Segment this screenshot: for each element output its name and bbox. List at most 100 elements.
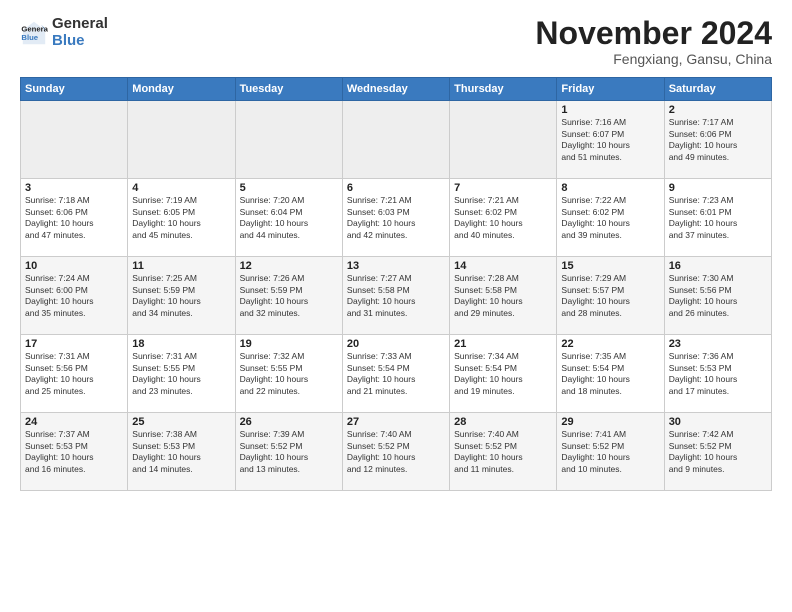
day-number: 9	[669, 182, 767, 194]
day-info: Sunrise: 7:21 AM Sunset: 6:02 PM Dayligh…	[454, 195, 552, 241]
calendar-cell: 15Sunrise: 7:29 AM Sunset: 5:57 PM Dayli…	[557, 257, 664, 335]
day-info: Sunrise: 7:40 AM Sunset: 5:52 PM Dayligh…	[454, 429, 552, 475]
day-number: 24	[25, 416, 123, 428]
header-day-tuesday: Tuesday	[235, 78, 342, 101]
day-number: 16	[669, 260, 767, 272]
day-number: 21	[454, 338, 552, 350]
calendar-cell: 14Sunrise: 7:28 AM Sunset: 5:58 PM Dayli…	[450, 257, 557, 335]
day-info: Sunrise: 7:30 AM Sunset: 5:56 PM Dayligh…	[669, 273, 767, 319]
header-day-friday: Friday	[557, 78, 664, 101]
logo-line1: General	[52, 16, 108, 33]
day-number: 4	[132, 182, 230, 194]
calendar-cell: 27Sunrise: 7:40 AM Sunset: 5:52 PM Dayli…	[342, 413, 449, 491]
day-info: Sunrise: 7:22 AM Sunset: 6:02 PM Dayligh…	[561, 195, 659, 241]
day-info: Sunrise: 7:28 AM Sunset: 5:58 PM Dayligh…	[454, 273, 552, 319]
day-number: 28	[454, 416, 552, 428]
location: Fengxiang, Gansu, China	[535, 51, 772, 67]
calendar-cell: 17Sunrise: 7:31 AM Sunset: 5:56 PM Dayli…	[21, 335, 128, 413]
day-info: Sunrise: 7:23 AM Sunset: 6:01 PM Dayligh…	[669, 195, 767, 241]
day-number: 7	[454, 182, 552, 194]
calendar-cell	[450, 101, 557, 179]
calendar-cell: 6Sunrise: 7:21 AM Sunset: 6:03 PM Daylig…	[342, 179, 449, 257]
day-info: Sunrise: 7:33 AM Sunset: 5:54 PM Dayligh…	[347, 351, 445, 397]
day-info: Sunrise: 7:31 AM Sunset: 5:55 PM Dayligh…	[132, 351, 230, 397]
calendar-cell: 7Sunrise: 7:21 AM Sunset: 6:02 PM Daylig…	[450, 179, 557, 257]
svg-text:Blue: Blue	[21, 33, 38, 42]
day-number: 11	[132, 260, 230, 272]
calendar-cell: 10Sunrise: 7:24 AM Sunset: 6:00 PM Dayli…	[21, 257, 128, 335]
day-info: Sunrise: 7:16 AM Sunset: 6:07 PM Dayligh…	[561, 117, 659, 163]
calendar-cell	[235, 101, 342, 179]
day-number: 29	[561, 416, 659, 428]
calendar-cell: 24Sunrise: 7:37 AM Sunset: 5:53 PM Dayli…	[21, 413, 128, 491]
day-info: Sunrise: 7:20 AM Sunset: 6:04 PM Dayligh…	[240, 195, 338, 241]
day-number: 15	[561, 260, 659, 272]
calendar-cell: 21Sunrise: 7:34 AM Sunset: 5:54 PM Dayli…	[450, 335, 557, 413]
day-number: 14	[454, 260, 552, 272]
day-number: 26	[240, 416, 338, 428]
day-info: Sunrise: 7:42 AM Sunset: 5:52 PM Dayligh…	[669, 429, 767, 475]
calendar-cell: 28Sunrise: 7:40 AM Sunset: 5:52 PM Dayli…	[450, 413, 557, 491]
logo-text: General Blue	[52, 16, 108, 49]
day-info: Sunrise: 7:27 AM Sunset: 5:58 PM Dayligh…	[347, 273, 445, 319]
day-number: 27	[347, 416, 445, 428]
calendar-cell: 26Sunrise: 7:39 AM Sunset: 5:52 PM Dayli…	[235, 413, 342, 491]
calendar-cell: 16Sunrise: 7:30 AM Sunset: 5:56 PM Dayli…	[664, 257, 771, 335]
day-number: 30	[669, 416, 767, 428]
day-info: Sunrise: 7:37 AM Sunset: 5:53 PM Dayligh…	[25, 429, 123, 475]
calendar-cell: 29Sunrise: 7:41 AM Sunset: 5:52 PM Dayli…	[557, 413, 664, 491]
week-row-1: 3Sunrise: 7:18 AM Sunset: 6:06 PM Daylig…	[21, 179, 772, 257]
calendar-cell: 4Sunrise: 7:19 AM Sunset: 6:05 PM Daylig…	[128, 179, 235, 257]
title-block: November 2024 Fengxiang, Gansu, China	[535, 16, 772, 67]
calendar-cell: 11Sunrise: 7:25 AM Sunset: 5:59 PM Dayli…	[128, 257, 235, 335]
header-day-monday: Monday	[128, 78, 235, 101]
logo-line2: Blue	[52, 33, 108, 50]
calendar-cell: 22Sunrise: 7:35 AM Sunset: 5:54 PM Dayli…	[557, 335, 664, 413]
day-info: Sunrise: 7:18 AM Sunset: 6:06 PM Dayligh…	[25, 195, 123, 241]
logo: General Blue General Blue	[20, 16, 108, 49]
header-day-saturday: Saturday	[664, 78, 771, 101]
header-day-wednesday: Wednesday	[342, 78, 449, 101]
calendar-cell: 3Sunrise: 7:18 AM Sunset: 6:06 PM Daylig…	[21, 179, 128, 257]
week-row-0: 1Sunrise: 7:16 AM Sunset: 6:07 PM Daylig…	[21, 101, 772, 179]
header-day-thursday: Thursday	[450, 78, 557, 101]
day-number: 17	[25, 338, 123, 350]
calendar-cell	[128, 101, 235, 179]
day-number: 19	[240, 338, 338, 350]
day-info: Sunrise: 7:17 AM Sunset: 6:06 PM Dayligh…	[669, 117, 767, 163]
day-info: Sunrise: 7:25 AM Sunset: 5:59 PM Dayligh…	[132, 273, 230, 319]
day-number: 8	[561, 182, 659, 194]
calendar-cell: 1Sunrise: 7:16 AM Sunset: 6:07 PM Daylig…	[557, 101, 664, 179]
day-info: Sunrise: 7:40 AM Sunset: 5:52 PM Dayligh…	[347, 429, 445, 475]
svg-text:General: General	[21, 24, 48, 33]
calendar-cell: 19Sunrise: 7:32 AM Sunset: 5:55 PM Dayli…	[235, 335, 342, 413]
day-info: Sunrise: 7:41 AM Sunset: 5:52 PM Dayligh…	[561, 429, 659, 475]
day-number: 25	[132, 416, 230, 428]
day-number: 22	[561, 338, 659, 350]
week-row-3: 17Sunrise: 7:31 AM Sunset: 5:56 PM Dayli…	[21, 335, 772, 413]
day-number: 10	[25, 260, 123, 272]
day-number: 12	[240, 260, 338, 272]
header-row: SundayMondayTuesdayWednesdayThursdayFrid…	[21, 78, 772, 101]
calendar-cell: 8Sunrise: 7:22 AM Sunset: 6:02 PM Daylig…	[557, 179, 664, 257]
calendar-cell: 25Sunrise: 7:38 AM Sunset: 5:53 PM Dayli…	[128, 413, 235, 491]
day-info: Sunrise: 7:29 AM Sunset: 5:57 PM Dayligh…	[561, 273, 659, 319]
day-info: Sunrise: 7:24 AM Sunset: 6:00 PM Dayligh…	[25, 273, 123, 319]
day-number: 18	[132, 338, 230, 350]
day-number: 20	[347, 338, 445, 350]
calendar-table: SundayMondayTuesdayWednesdayThursdayFrid…	[20, 77, 772, 491]
day-info: Sunrise: 7:35 AM Sunset: 5:54 PM Dayligh…	[561, 351, 659, 397]
calendar-cell: 12Sunrise: 7:26 AM Sunset: 5:59 PM Dayli…	[235, 257, 342, 335]
header-day-sunday: Sunday	[21, 78, 128, 101]
calendar-cell: 13Sunrise: 7:27 AM Sunset: 5:58 PM Dayli…	[342, 257, 449, 335]
calendar-cell: 9Sunrise: 7:23 AM Sunset: 6:01 PM Daylig…	[664, 179, 771, 257]
calendar-cell: 5Sunrise: 7:20 AM Sunset: 6:04 PM Daylig…	[235, 179, 342, 257]
day-number: 6	[347, 182, 445, 194]
day-number: 2	[669, 104, 767, 116]
day-info: Sunrise: 7:19 AM Sunset: 6:05 PM Dayligh…	[132, 195, 230, 241]
header: General Blue General Blue November 2024 …	[20, 16, 772, 67]
day-info: Sunrise: 7:38 AM Sunset: 5:53 PM Dayligh…	[132, 429, 230, 475]
logo-icon: General Blue	[20, 19, 48, 47]
calendar-cell	[342, 101, 449, 179]
calendar-cell: 18Sunrise: 7:31 AM Sunset: 5:55 PM Dayli…	[128, 335, 235, 413]
